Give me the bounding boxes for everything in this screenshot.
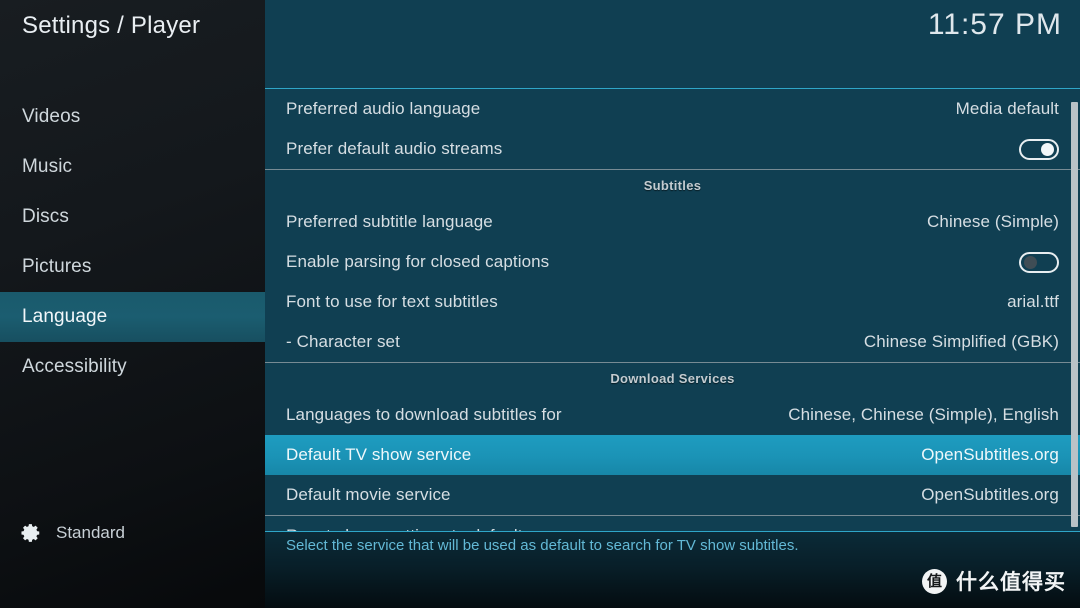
- sidebar-item-label: Pictures: [22, 256, 92, 277]
- settings-row-value: Chinese, Chinese (Simple), English: [788, 405, 1059, 424]
- sidebar-item-label: Discs: [22, 206, 69, 227]
- watermark: 值 什么值得买: [922, 566, 1066, 596]
- settings-scrollbar[interactable]: [1071, 102, 1078, 527]
- settings-row[interactable]: Languages to download subtitles for Chine…: [265, 395, 1080, 435]
- settings-scrollbar-thumb[interactable]: [1071, 102, 1078, 527]
- settings-row[interactable]: Enable parsing for closed captions: [265, 242, 1080, 282]
- sidebar-item-pictures[interactable]: Pictures: [0, 242, 265, 292]
- sidebar-item-language[interactable]: Language: [0, 292, 265, 342]
- group-header: Download Services: [610, 371, 735, 386]
- watermark-badge-icon: 值: [922, 568, 947, 594]
- group-separator: [265, 169, 1080, 170]
- sidebar-item-label: Videos: [22, 106, 81, 127]
- settings-row[interactable]: Prefer default audio streams: [265, 129, 1080, 169]
- settings-row[interactable]: Font to use for text subtitles arial.ttf: [265, 282, 1080, 322]
- group-header: Subtitles: [643, 178, 702, 193]
- settings-row[interactable]: Default movie service OpenSubtitles.org: [265, 475, 1080, 515]
- group-separator: [265, 362, 1080, 363]
- settings-list[interactable]: Preferred audio language Media default Pre…: [265, 89, 1080, 532]
- sidebar-item-label: Music: [22, 156, 73, 177]
- content-panel: 11:57 PM Preferred audio language Media d…: [265, 0, 1080, 608]
- settings-row-value: Media default: [955, 99, 1059, 118]
- toggle-knob: [1041, 142, 1054, 156]
- watermark-text: 什么值得买: [956, 570, 1066, 594]
- sidebar-item-videos[interactable]: Videos: [0, 92, 265, 142]
- settings-row-value: OpenSubtitles.org: [921, 485, 1059, 504]
- settings-row[interactable]: Reset above settings to default: [265, 516, 1080, 532]
- toggle-knob: [1024, 255, 1037, 269]
- settings-row-label: Prefer default audio streams: [286, 139, 503, 158]
- settings-row-label: Default movie service: [286, 485, 451, 504]
- settings-row[interactable]: - Character set Chinese Simplified (GBK): [265, 322, 1080, 362]
- profile-row[interactable]: Standard: [20, 522, 125, 544]
- settings-row-value: arial.ttf: [1007, 292, 1059, 311]
- settings-row-value: Chinese (Simple): [927, 212, 1059, 231]
- sidebar: Settings / Player Videos Music Discs Pictur…: [0, 0, 265, 608]
- settings-row-label: Font to use for text subtitles: [286, 292, 498, 311]
- sidebar-item-music[interactable]: Music: [0, 142, 265, 192]
- settings-row-value: OpenSubtitles.org: [921, 445, 1059, 464]
- clock: 11:57 PM: [927, 8, 1062, 41]
- settings-row[interactable]: Preferred subtitle language Chinese (Simp…: [265, 202, 1080, 242]
- settings-row-value: Chinese Simplified (GBK): [863, 332, 1059, 351]
- sidebar-nav[interactable]: Videos Music Discs Pictures Language Accessib…: [0, 92, 265, 392]
- sidebar-item-accessibility[interactable]: Accessibility: [0, 342, 265, 392]
- sidebar-item-label: Language: [22, 306, 108, 327]
- settings-row-label: Enable parsing for closed captions: [286, 252, 550, 271]
- settings-row[interactable]: Default TV show service OpenSubtitles.org: [265, 435, 1080, 475]
- page-title: Settings / Player: [22, 12, 201, 39]
- gear-icon: [20, 522, 42, 544]
- toggle-switch[interactable]: [1019, 251, 1059, 273]
- settings-row-label: Default TV show service: [286, 445, 472, 464]
- toggle-switch[interactable]: [1019, 138, 1059, 160]
- sidebar-item-label: Accessibility: [22, 356, 127, 377]
- settings-row-label: - Character set: [286, 332, 400, 351]
- profile-label: Standard: [56, 523, 125, 542]
- settings-row-label: Preferred audio language: [286, 99, 481, 118]
- settings-row[interactable]: Preferred audio language Media default: [265, 89, 1080, 129]
- sidebar-item-discs[interactable]: Discs: [0, 192, 265, 242]
- help-text: Select the service that will be used as …: [286, 537, 799, 554]
- settings-row-label: Languages to download subtitles for: [286, 405, 562, 424]
- kodi-settings-screen: 11:57 PM Preferred audio language Media d…: [0, 0, 1080, 608]
- settings-row-label: Preferred subtitle language: [286, 212, 493, 231]
